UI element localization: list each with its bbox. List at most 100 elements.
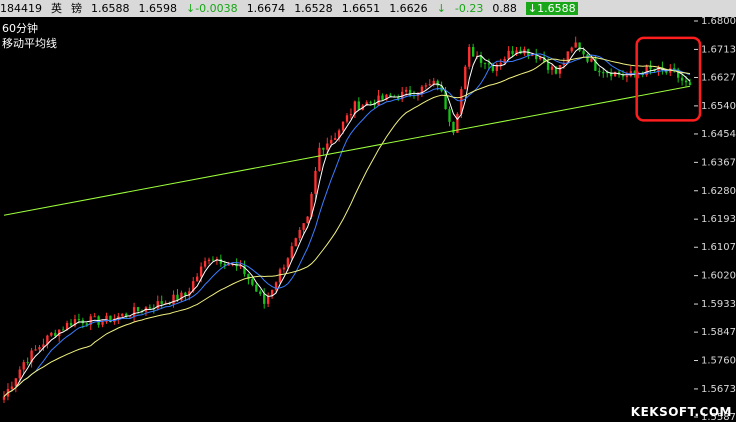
candle-body [266, 296, 270, 304]
candle-body [322, 147, 325, 150]
quote-item: 1.6626 [389, 2, 428, 15]
candle-body [377, 95, 380, 106]
candle-body [132, 307, 136, 317]
candle-body [341, 121, 345, 131]
candle-body [128, 316, 132, 318]
candle-body [294, 238, 297, 247]
candle-body [77, 319, 81, 321]
candle-body [598, 70, 601, 73]
quote-item: 1.6674 [246, 2, 286, 15]
candle-body [424, 85, 428, 87]
candle-body [570, 47, 573, 52]
indicator-label: 移动平均线 [2, 37, 57, 50]
quote-item: 184419 [0, 2, 42, 15]
quote-item: 1.6588 [91, 2, 130, 15]
candle-body [207, 259, 211, 262]
candle-body [259, 291, 262, 294]
y-tick-label: 1.6627 [701, 72, 736, 83]
quote-item: ↓-0.0038 [186, 2, 238, 15]
y-tick-label: 1.6800 [701, 17, 736, 27]
candle-body [263, 293, 266, 304]
candle-body [613, 71, 617, 77]
candle-body [298, 229, 301, 239]
y-tick-label: 1.6713 [701, 44, 736, 55]
candle-body [487, 63, 491, 65]
candle-body [93, 316, 96, 318]
candle-body [172, 294, 175, 305]
candle-body [357, 101, 361, 110]
candle-body [69, 322, 73, 326]
candle-body [196, 276, 199, 282]
candle-body [684, 80, 688, 83]
candle-body [184, 292, 187, 296]
candle-body [314, 170, 317, 194]
candle-body [546, 61, 550, 70]
y-tick-label: 1.6367 [701, 157, 736, 168]
y-tick-label: 1.5760 [701, 356, 736, 367]
candle-body [306, 216, 309, 224]
candle-body [302, 223, 305, 230]
candle-body [464, 66, 467, 90]
candle-body [381, 95, 384, 100]
quote-item: 镑 [71, 2, 82, 15]
candle-body [22, 362, 25, 370]
candle-body [199, 266, 203, 277]
candle-body [278, 269, 282, 283]
candle-body [318, 147, 321, 171]
candle-body [255, 284, 258, 292]
candle-body [160, 301, 163, 305]
candle-body [369, 102, 372, 104]
candle-body [121, 313, 124, 317]
candle-body [2, 396, 6, 400]
quote-bar: 184419 英镑 1.6588 1.6598 ↓-0.0038 1.6674 1.6528… [0, 0, 736, 17]
quote-item: ↓ [436, 2, 446, 15]
candle-body [282, 267, 286, 270]
candle-body [550, 66, 554, 70]
y-tick-label: 1.6193 [701, 214, 736, 225]
candle-body [349, 114, 353, 116]
quote-item: ↓1.6588 [525, 2, 578, 15]
y-tick-label: 1.5933 [701, 299, 736, 310]
candle-body [558, 65, 562, 74]
quote-item: 英 [51, 2, 62, 15]
candle-body [286, 258, 290, 268]
candle-body [333, 138, 337, 140]
candle-body [326, 143, 329, 150]
trendline [3, 85, 691, 216]
candle-body [625, 76, 629, 78]
candle-body [471, 47, 475, 57]
watermark: KEKSOFT.COM [630, 405, 732, 419]
candle-body [578, 42, 581, 51]
candle-body [50, 332, 53, 336]
y-tick-label: 1.6107 [701, 242, 736, 253]
candle-body [586, 54, 589, 62]
candle-body [148, 307, 152, 309]
candle-body [18, 369, 21, 379]
candle-body [436, 80, 439, 86]
moving-average-line [3, 56, 691, 397]
moving-average-layer [3, 47, 691, 397]
y-tick-label: 1.5847 [701, 327, 736, 338]
trendline-layer [3, 85, 691, 216]
candle-body [507, 50, 510, 59]
candle-body [211, 259, 215, 261]
candle-body [290, 246, 293, 259]
candle-body [499, 62, 502, 65]
y-tick-label: 1.6280 [701, 186, 736, 197]
candle-body [582, 50, 585, 55]
y-tick-label: 1.5673 [701, 384, 736, 395]
candle-body [330, 139, 333, 144]
candle-body [38, 347, 41, 350]
candle-body [101, 321, 104, 325]
candle-body [673, 68, 676, 70]
candle-body [680, 77, 684, 81]
candle-body [428, 84, 431, 86]
candle-body [136, 307, 140, 311]
candle-body [61, 329, 65, 331]
candle-body [54, 332, 57, 337]
quote-item: 0.88 [492, 2, 517, 15]
candle-body [203, 261, 207, 267]
candles-layer [2, 36, 692, 403]
quote-item: 1.6528 [294, 2, 333, 15]
candle-body [483, 62, 487, 64]
